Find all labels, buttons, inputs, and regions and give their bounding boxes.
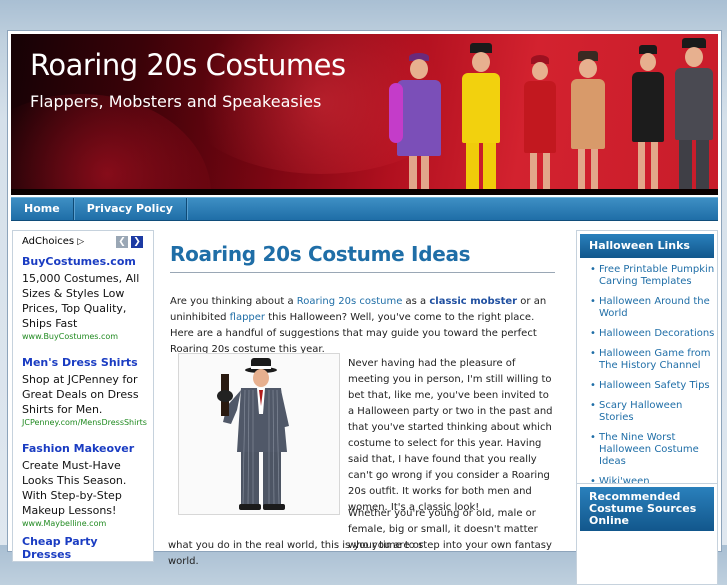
banner-floor [11, 189, 718, 195]
sidebar-link[interactable]: Halloween Decorations [599, 328, 714, 339]
bullet-icon: • [590, 432, 596, 443]
recommended-sources-widget: Recommended Costume Sources Online [576, 483, 718, 585]
list-item[interactable]: • The Nine Worst Halloween Costume Ideas [590, 432, 717, 468]
body-paragraph-continued: what you do in the real world, this is y… [168, 540, 552, 567]
list-item[interactable]: • Halloween Around the World [590, 296, 717, 320]
ad-description: 15,000 Costumes, All Sizes & Styles Low … [22, 272, 140, 330]
costume-figure-gangster-grey [671, 38, 717, 193]
mobster-costume-image [179, 354, 339, 514]
ad-item[interactable]: BuyCostumes.com 15,000 Costumes, All Siz… [22, 255, 150, 341]
costume-figure-gangster-yellow [456, 43, 506, 193]
bullet-icon: • [590, 328, 596, 339]
ad-item[interactable]: Fashion Makeover Create Must-Have Looks … [22, 442, 150, 528]
sidebar-link[interactable]: Halloween Game from The History Channel [599, 348, 711, 371]
page-container: Roaring 20s Costumes Flappers, Mobsters … [7, 30, 722, 585]
list-item[interactable]: • Halloween Decorations [590, 328, 717, 340]
nav-item-home[interactable]: Home [11, 198, 74, 220]
nav-item-privacy-policy[interactable]: Privacy Policy [74, 198, 187, 220]
sidebar-link[interactable]: Free Printable Pumpkin Carving Templates [599, 264, 714, 287]
ad-description: Create Must-Have Looks This Season. With… [22, 459, 127, 517]
widget-title: Halloween Links [580, 234, 714, 258]
bullet-icon: • [590, 264, 596, 275]
ad-sidebar: AdChoices ▷ ❮ ❯ BuyCostumes.com 15,000 C… [12, 230, 154, 562]
list-item[interactable]: • Free Printable Pumpkin Carving Template… [590, 264, 717, 288]
ad-next-button[interactable]: ❯ [131, 236, 143, 248]
sidebar-link[interactable]: Scary Halloween Stories [599, 400, 682, 423]
link-roaring-20s-costume[interactable]: Roaring 20s costume [297, 296, 403, 307]
sidebar-link[interactable]: Halloween Around the World [599, 296, 710, 319]
adchoices-text[interactable]: AdChoices [22, 236, 74, 247]
intro-text: as a [402, 296, 430, 307]
site-title[interactable]: Roaring 20s Costumes [30, 48, 346, 82]
sidebar-link[interactable]: The Nine Worst Halloween Costume Ideas [599, 432, 699, 467]
header-banner: Roaring 20s Costumes Flappers, Mobsters … [11, 34, 718, 195]
list-item[interactable]: • Scary Halloween Stories [590, 400, 717, 424]
adchoices-icon[interactable]: ▷ [77, 237, 84, 247]
widget-title: Recommended Costume Sources Online [580, 487, 714, 531]
costume-figure-flapper-purple [389, 53, 449, 193]
sidebar-link[interactable]: Halloween Safety Tips [599, 380, 710, 391]
link-flapper[interactable]: flapper [230, 312, 265, 323]
costume-figure-flapper-tan [566, 51, 610, 193]
bullet-icon: • [590, 380, 596, 391]
list-item[interactable]: • Halloween Safety Tips [590, 380, 717, 392]
ad-title[interactable]: Fashion Makeover [22, 442, 150, 455]
bullet-icon: • [590, 400, 596, 411]
bullet-icon: • [590, 348, 596, 359]
list-item[interactable]: • Halloween Game from The History Channel [590, 348, 717, 372]
halloween-links-widget: Halloween Links • Free Printable Pumpkin … [576, 230, 718, 502]
ad-url[interactable]: www.BuyCostumes.com [22, 332, 150, 341]
body-paragraph: Never having had the pleasure of meeting… [348, 358, 553, 513]
ad-url[interactable]: JCPenney.com/MensDressShirts [22, 418, 150, 427]
costume-figure-flapper-red [518, 55, 562, 193]
intro-paragraph: Are you thinking about a Roaring 20s cos… [170, 294, 555, 358]
ad-title[interactable]: Cheap Party Dresses [22, 535, 150, 561]
main-nav: Home Privacy Policy [11, 197, 718, 221]
ad-item[interactable]: Men's Dress Shirts Shop at JCPenney for … [22, 356, 150, 427]
post-title[interactable]: Roaring 20s Costume Ideas [170, 242, 471, 266]
ad-prev-button[interactable]: ❮ [116, 236, 128, 248]
ad-title[interactable]: BuyCostumes.com [22, 255, 150, 268]
intro-text: Are you thinking about a [170, 296, 297, 307]
main-content: Roaring 20s Costume Ideas Are you thinki… [168, 236, 558, 567]
link-classic-mobster[interactable]: classic mobster [429, 296, 517, 307]
costume-figure-flapper-black [626, 45, 670, 193]
mobster-costume-photo [178, 353, 340, 515]
ad-description: Shop at JCPenney for Great Deals on Dres… [22, 373, 139, 416]
title-divider [170, 272, 555, 273]
adchoices-label[interactable]: AdChoices ▷ [22, 236, 84, 247]
halloween-links-list: • Free Printable Pumpkin Carving Template… [577, 264, 717, 488]
site-tagline: Flappers, Mobsters and Speakeasies [30, 92, 322, 111]
ad-item[interactable]: Cheap Party Dresses [22, 535, 150, 561]
ad-title[interactable]: Men's Dress Shirts [22, 356, 150, 369]
ad-url[interactable]: www.Maybelline.com [22, 519, 150, 528]
bullet-icon: • [590, 296, 596, 307]
